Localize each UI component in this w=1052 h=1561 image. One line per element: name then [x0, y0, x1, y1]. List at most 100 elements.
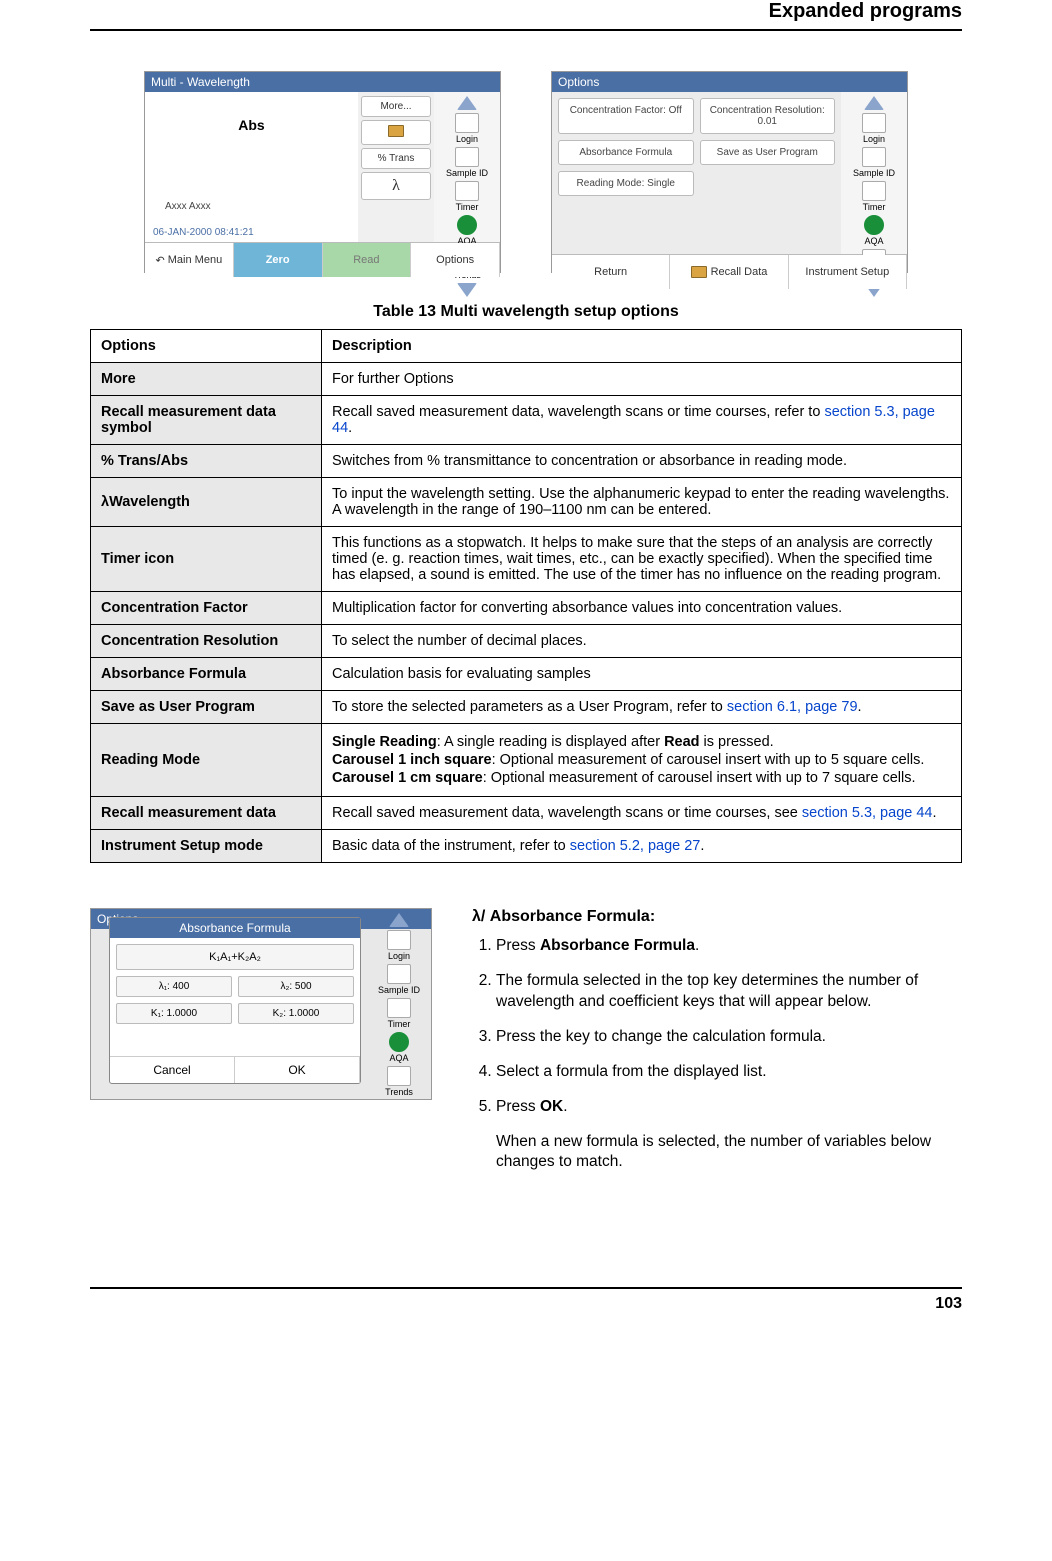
- option-concentration-resolution[interactable]: Concentration Resolution: 0.01: [700, 98, 836, 134]
- right-button-column: Login Sample ID Timer AQA Trends: [371, 913, 427, 1065]
- step-5: Press OK. When a new formula is selected…: [496, 1097, 962, 1174]
- option-name-cell: Reading Mode: [91, 724, 322, 797]
- k2-key[interactable]: K₂: 1.0000: [238, 1003, 354, 1024]
- option-desc-cell: To select the number of decimal places.: [322, 625, 962, 658]
- aqa-button[interactable]: AQA: [371, 1032, 427, 1063]
- scroll-up-button[interactable]: [371, 913, 427, 927]
- lambda1-key[interactable]: λ₁: 400: [116, 976, 232, 997]
- axis-labels: Axxx Axxx: [165, 201, 211, 212]
- instructions-heading: λ/ Absorbance Formula:: [472, 908, 962, 926]
- scroll-up-button[interactable]: [437, 96, 497, 110]
- table-row: Reading ModeSingle Reading: A single rea…: [91, 724, 962, 797]
- table-row: Timer iconThis functions as a stopwatch.…: [91, 527, 962, 592]
- option-name-cell: Save as User Program: [91, 691, 322, 724]
- return-button[interactable]: Return: [552, 255, 670, 289]
- option-reading-mode[interactable]: Reading Mode: Single: [558, 171, 694, 196]
- login-button[interactable]: Login: [844, 113, 904, 144]
- cancel-button[interactable]: Cancel: [110, 1057, 235, 1083]
- timer-button[interactable]: Timer: [437, 181, 497, 212]
- table-row: Recall measurement dataRecall saved meas…: [91, 797, 962, 830]
- folder-icon: [388, 125, 404, 137]
- ok-button[interactable]: OK: [235, 1057, 360, 1083]
- aqa-icon: [864, 215, 884, 235]
- login-button[interactable]: Login: [371, 930, 427, 961]
- k1-key[interactable]: K₁: 1.0000: [116, 1003, 232, 1024]
- sample-id-button[interactable]: Sample ID: [371, 964, 427, 995]
- login-icon: [455, 113, 479, 133]
- recall-data-button[interactable]: [361, 120, 431, 145]
- trans-button[interactable]: % Trans: [361, 148, 431, 169]
- option-save-user-program[interactable]: Save as User Program: [700, 140, 836, 165]
- cross-reference-link[interactable]: section 5.3, page 44: [802, 805, 933, 821]
- trends-button[interactable]: Trends: [371, 1066, 427, 1097]
- scroll-up-button[interactable]: [844, 96, 904, 110]
- option-name-cell: Concentration Resolution: [91, 625, 322, 658]
- option-name-cell: Concentration Factor: [91, 592, 322, 625]
- table-row: Save as User ProgramTo store the selecte…: [91, 691, 962, 724]
- aqa-icon: [457, 215, 477, 235]
- aqa-button[interactable]: AQA: [437, 215, 497, 246]
- option-name-cell: Timer icon: [91, 527, 322, 592]
- option-desc-cell: Recall saved measurement data, wavelengt…: [322, 797, 962, 830]
- mid-button-column: More... % Trans λ: [358, 92, 434, 242]
- scroll-down-button[interactable]: [437, 283, 497, 297]
- timer-button[interactable]: Timer: [844, 181, 904, 212]
- option-desc-cell: Basic data of the instrument, refer to s…: [322, 830, 962, 863]
- lambda2-key[interactable]: λ₂: 500: [238, 976, 354, 997]
- table-row: Absorbance FormulaCalculation basis for …: [91, 658, 962, 691]
- sample-id-button[interactable]: Sample ID: [437, 147, 497, 178]
- option-absorbance-formula[interactable]: Absorbance Formula: [558, 140, 694, 165]
- read-button[interactable]: Read: [323, 243, 412, 277]
- aqa-icon: [389, 1032, 409, 1052]
- folder-icon: [691, 266, 707, 278]
- login-icon: [387, 930, 411, 950]
- timer-icon: [455, 181, 479, 201]
- table-row: MoreFor further Options: [91, 363, 962, 396]
- sample-id-button[interactable]: Sample ID: [844, 147, 904, 178]
- page-header: Expanded programs: [90, 0, 962, 31]
- cross-reference-link[interactable]: section 5.2, page 27: [570, 838, 701, 854]
- screenshot-absorbance-formula: Options Login Sample ID Timer AQA Trends…: [90, 908, 432, 1100]
- timestamp: 06-JAN-2000 08:41:21: [153, 227, 254, 238]
- dialog-title: Absorbance Formula: [110, 918, 360, 938]
- wavelength-button[interactable]: λ: [361, 172, 431, 200]
- sample-id-icon: [387, 964, 411, 984]
- instrument-setup-button[interactable]: Instrument Setup: [789, 255, 907, 289]
- zero-button[interactable]: Zero: [234, 243, 323, 277]
- table-row: Recall measurement data symbolRecall sav…: [91, 396, 962, 445]
- step-2: The formula selected in the top key dete…: [496, 971, 962, 1013]
- recall-data-button[interactable]: Recall Data: [670, 255, 788, 289]
- options-button[interactable]: Options: [411, 243, 500, 277]
- header-title: Expanded programs: [769, 0, 962, 22]
- timer-button[interactable]: Timer: [371, 998, 427, 1029]
- trends-icon: [387, 1066, 411, 1086]
- step-3: Press the key to change the calculation …: [496, 1027, 962, 1048]
- option-concentration-factor[interactable]: Concentration Factor: Off: [558, 98, 694, 134]
- absorbance-formula-dialog: Absorbance Formula K₁A₁+K₂A₂ λ₁: 400 λ₂:…: [109, 917, 361, 1084]
- screenshot-multiwavelength: Multi - Wavelength Abs Axxx Axxx 06-JAN-…: [144, 71, 501, 273]
- cross-reference-link[interactable]: section 6.1, page 79: [727, 699, 858, 715]
- table-row: Concentration ResolutionTo select the nu…: [91, 625, 962, 658]
- window-titlebar: Options: [552, 72, 907, 92]
- formula-key[interactable]: K₁A₁+K₂A₂: [116, 944, 354, 970]
- chevron-down-icon: [457, 283, 477, 297]
- option-name-cell: Instrument Setup mode: [91, 830, 322, 863]
- option-desc-cell: Recall saved measurement data, wavelengt…: [322, 396, 962, 445]
- option-desc-cell: Switches from % transmittance to concent…: [322, 445, 962, 478]
- sample-id-icon: [455, 147, 479, 167]
- table-caption: Table 13 Multi wavelength setup options: [90, 303, 962, 321]
- back-arrow-icon: ↶: [156, 254, 165, 267]
- aqa-button[interactable]: AQA: [844, 215, 904, 246]
- chevron-up-icon: [457, 96, 477, 110]
- table-header-options: Options: [91, 330, 322, 363]
- step-5-tail: When a new formula is selected, the numb…: [496, 1132, 962, 1174]
- option-desc-cell: Multiplication factor for converting abs…: [322, 592, 962, 625]
- step-1: Press Absorbance Formula.: [496, 936, 962, 957]
- more-button[interactable]: More...: [361, 96, 431, 117]
- main-menu-button[interactable]: ↶Main Menu: [145, 243, 234, 277]
- login-button[interactable]: Login: [437, 113, 497, 144]
- option-desc-cell: To store the selected parameters as a Us…: [322, 691, 962, 724]
- option-name-cell: λWavelength: [91, 478, 322, 527]
- option-desc-cell: For further Options: [322, 363, 962, 396]
- right-button-column: Login Sample ID Timer AQA Trends: [841, 92, 907, 254]
